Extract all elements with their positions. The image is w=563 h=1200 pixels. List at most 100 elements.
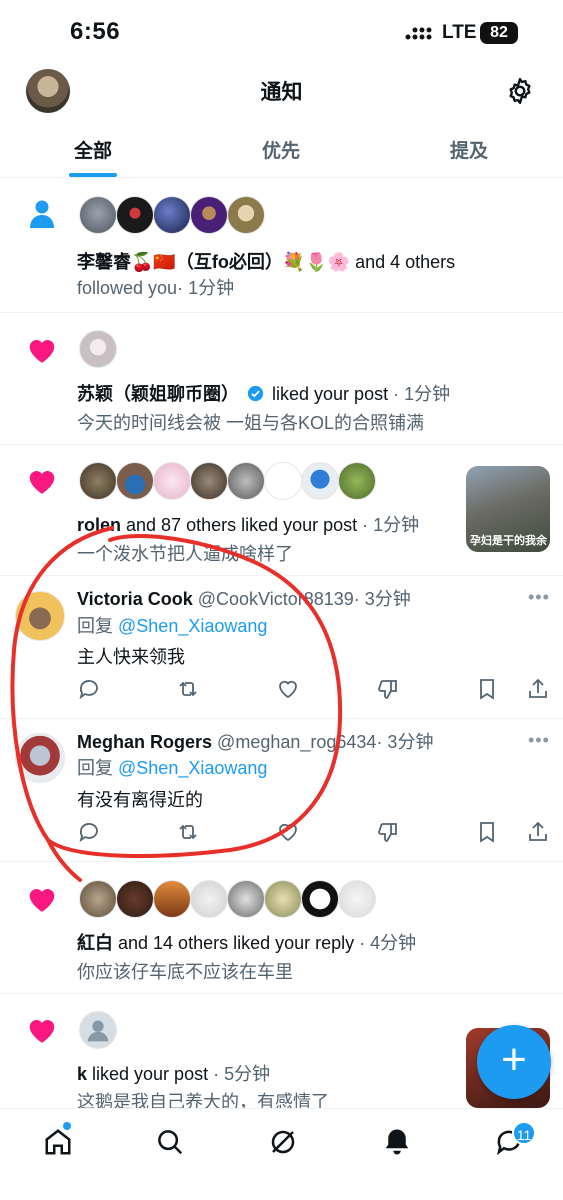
thumbnail-caption: 孕妇是干的我余 xyxy=(470,535,547,547)
dislike-icon[interactable] xyxy=(376,820,400,844)
reply-author-name[interactable]: Victoria Cook xyxy=(77,589,193,609)
reply-to-link[interactable]: @Shen_Xiaowang xyxy=(118,616,267,636)
follower-avatar[interactable] xyxy=(153,196,191,234)
notification-text[interactable]: 李馨睿🍒🇨🇳（互fo必回）💐🌷🌸 and 4 others xyxy=(77,250,455,274)
liker-avatar[interactable] xyxy=(116,880,154,918)
repost-icon[interactable] xyxy=(176,820,200,844)
liker-avatar[interactable] xyxy=(153,462,191,500)
tab-priority[interactable]: 优先 xyxy=(262,136,300,163)
liker-avatar[interactable] xyxy=(301,880,339,918)
liker-avatar[interactable] xyxy=(227,880,265,918)
liker-avatar[interactable] xyxy=(79,880,117,918)
follower-avatar[interactable] xyxy=(116,196,154,234)
notification-time: · 1分钟 xyxy=(357,515,420,535)
liker-avatar[interactable] xyxy=(338,462,376,500)
more-options-icon[interactable]: ••• xyxy=(528,587,550,608)
liker-avatar[interactable] xyxy=(338,880,376,918)
reply-author-avatar[interactable] xyxy=(15,733,65,783)
liker-avatar[interactable] xyxy=(190,462,228,500)
reply-icon[interactable] xyxy=(77,820,101,844)
tab-all[interactable]: 全部 xyxy=(74,136,112,163)
actor-name[interactable]: 苏颖（颖姐聊币圈） xyxy=(77,384,239,404)
more-options-icon[interactable]: ••• xyxy=(528,730,550,751)
liker-avatar[interactable] xyxy=(264,880,302,918)
notification-time: · 4分钟 xyxy=(354,933,417,953)
notification-text[interactable]: 紅白 and 14 others liked your reply · 4分钟 xyxy=(77,931,416,955)
divider xyxy=(0,993,563,994)
liker-avatar[interactable] xyxy=(301,462,339,500)
home-icon[interactable] xyxy=(43,1127,73,1157)
notification-rest: and 4 others xyxy=(350,252,456,272)
actor-name[interactable]: 紅白 xyxy=(77,933,113,953)
liker-avatar[interactable] xyxy=(79,462,117,500)
follower-avatar[interactable] xyxy=(227,196,265,234)
notification-text[interactable]: k liked your post · 5分钟 xyxy=(77,1062,270,1086)
notification-action: followed you xyxy=(77,278,178,298)
post-snippet[interactable]: 一个泼水节把人逼成啥样了 xyxy=(77,542,293,566)
actor-name[interactable]: rolen xyxy=(77,515,121,535)
like-icon[interactable] xyxy=(276,820,300,844)
repost-icon[interactable] xyxy=(176,677,200,701)
tab-mentions[interactable]: 提及 xyxy=(450,136,488,163)
reply-header[interactable]: Victoria Cook @CookVictor88139· 3分钟 xyxy=(77,587,411,611)
divider xyxy=(0,575,563,576)
follower-avatar[interactable] xyxy=(190,196,228,234)
reply-time: · 3分钟 xyxy=(376,732,434,752)
liker-avatar[interactable] xyxy=(116,462,154,500)
share-icon[interactable] xyxy=(526,677,550,701)
liker-avatar[interactable] xyxy=(190,880,228,918)
actor-name[interactable]: 李馨睿🍒🇨🇳（互fo必回）💐🌷🌸 xyxy=(77,252,350,272)
grok-icon[interactable] xyxy=(268,1127,298,1157)
reply-text[interactable]: 主人快来领我 xyxy=(77,645,185,669)
notification-text[interactable]: rolen and 87 others liked your post · 1分… xyxy=(77,513,419,537)
liker-avatar[interactable] xyxy=(264,462,302,500)
post-snippet[interactable]: 你应该仔车底不应该在车里 xyxy=(77,960,293,984)
gear-icon[interactable] xyxy=(505,76,535,106)
notification-time: · 5分钟 xyxy=(208,1064,271,1084)
messages-badge: 11 xyxy=(512,1121,536,1145)
default-avatar-icon[interactable] xyxy=(79,1011,117,1049)
heart-icon xyxy=(29,889,55,912)
reply-author-name[interactable]: Meghan Rogers xyxy=(77,732,212,752)
follower-avatar[interactable] xyxy=(79,196,117,234)
search-icon[interactable] xyxy=(155,1127,185,1157)
bookmark-icon[interactable] xyxy=(475,677,499,701)
reply-context: 回复 @Shen_Xiaowang xyxy=(77,614,267,638)
reply-author-handle[interactable]: @meghan_rog6434 xyxy=(217,732,376,752)
reply-to-link[interactable]: @Shen_Xiaowang xyxy=(118,758,267,778)
actor-avatar[interactable] xyxy=(79,330,117,368)
like-icon[interactable] xyxy=(276,677,300,701)
compose-button[interactable]: + xyxy=(477,1025,551,1099)
bell-icon[interactable] xyxy=(382,1127,412,1157)
notification-text[interactable]: 苏颖（颖姐聊币圈） liked your post · 1分钟 xyxy=(77,382,450,406)
liker-avatar[interactable] xyxy=(227,462,265,500)
dislike-icon[interactable] xyxy=(376,677,400,701)
reply-time: · 3分钟 xyxy=(353,589,411,609)
reply-context: 回复 @Shen_Xiaowang xyxy=(77,756,267,780)
person-icon xyxy=(30,200,54,228)
reply-author-avatar[interactable] xyxy=(15,591,65,641)
notification-rest: liked your post xyxy=(267,384,389,404)
notification-rest: and 87 others liked your post xyxy=(121,515,358,535)
reply-prefix: 回复 xyxy=(77,758,119,778)
divider xyxy=(0,861,563,862)
reply-icon[interactable] xyxy=(77,677,101,701)
liker-avatar[interactable] xyxy=(153,880,191,918)
actor-name[interactable]: k xyxy=(77,1064,87,1084)
reply-author-handle[interactable]: @CookVictor88139 xyxy=(198,589,354,609)
post-snippet[interactable]: 今天的时间线会被 一姐与各KOL的合照铺满 xyxy=(77,411,424,435)
notification-time: · 1分钟 xyxy=(177,278,235,298)
share-icon[interactable] xyxy=(526,820,550,844)
notification-rest: and 14 others liked your reply xyxy=(113,933,355,953)
battery-indicator: 82 xyxy=(480,22,518,44)
status-time: 6:56 xyxy=(70,18,121,45)
network-type: LTE xyxy=(442,22,477,43)
reply-text[interactable]: 有没有离得近的 xyxy=(77,788,203,812)
heart-icon xyxy=(29,471,55,494)
bookmark-icon[interactable] xyxy=(475,820,499,844)
divider xyxy=(0,312,563,313)
heart-icon xyxy=(29,340,55,363)
reply-header[interactable]: Meghan Rogers @meghan_rog6434· 3分钟 xyxy=(77,730,433,754)
notification-tabs: 全部 优先 提及 xyxy=(0,120,563,178)
post-thumbnail[interactable]: 孕妇是干的我余 xyxy=(466,466,550,552)
